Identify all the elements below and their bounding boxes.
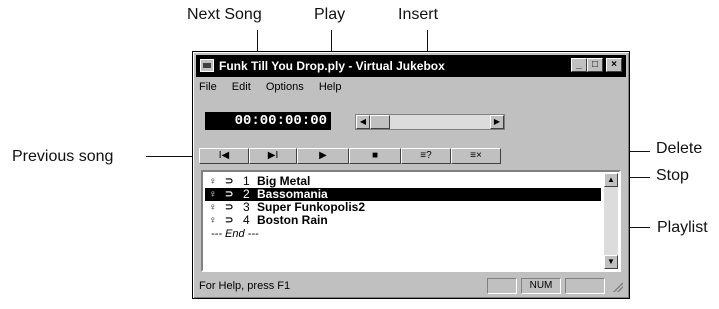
status-panel-empty-2 bbox=[565, 278, 605, 294]
menu-file[interactable]: File bbox=[199, 81, 217, 93]
scroll-down-icon[interactable]: ▼ bbox=[604, 255, 618, 269]
link-icon: ⊃ bbox=[225, 215, 234, 226]
callout-next-song: Next Song bbox=[187, 6, 262, 23]
status-panel-empty bbox=[487, 278, 517, 294]
title-bar[interactable]: Funk Till You Drop.ply - Virtual Jukebox… bbox=[196, 55, 626, 77]
speaker-icon: ♀ bbox=[209, 202, 217, 213]
scroll-up-icon[interactable]: ▲ bbox=[604, 173, 618, 187]
minimize-button[interactable]: _ bbox=[571, 58, 587, 72]
time-counter: 00:00:00:00 bbox=[205, 112, 331, 130]
jukebox-window: Funk Till You Drop.ply - Virtual Jukebox… bbox=[192, 51, 630, 299]
callout-playlist: Playlist bbox=[657, 219, 708, 236]
stop-button[interactable]: ■ bbox=[349, 148, 401, 164]
app-icon[interactable] bbox=[200, 59, 214, 72]
end-marker: --- End --- bbox=[211, 228, 259, 240]
scroll-left-icon[interactable]: ◀ bbox=[356, 115, 370, 129]
track-name: Boston Rain bbox=[257, 213, 328, 227]
resize-grip-icon[interactable] bbox=[613, 282, 623, 292]
previous-song-button[interactable]: I◀ bbox=[199, 148, 249, 164]
next-song-button[interactable]: ▶I bbox=[249, 148, 297, 164]
menu-edit[interactable]: Edit bbox=[232, 81, 251, 93]
speaker-icon: ♀ bbox=[209, 189, 217, 200]
scroll-right-icon[interactable]: ▶ bbox=[490, 115, 504, 129]
callout-previous-song: Previous song bbox=[12, 148, 114, 165]
status-num: NUM bbox=[521, 278, 561, 294]
link-icon: ⊃ bbox=[225, 202, 234, 213]
play-button[interactable]: ▶ bbox=[297, 148, 349, 164]
status-bar: For Help, press F1 NUM bbox=[197, 278, 625, 294]
close-button[interactable]: × bbox=[606, 58, 622, 72]
menu-options[interactable]: Options bbox=[266, 81, 304, 93]
callout-stop: Stop bbox=[656, 167, 689, 184]
position-slider[interactable]: ◀ ▶ bbox=[355, 114, 505, 130]
link-icon: ⊃ bbox=[225, 189, 234, 200]
callout-play: Play bbox=[314, 6, 346, 23]
delete-button[interactable]: ≡× bbox=[451, 148, 501, 164]
playlist-row[interactable]: ♀ ⊃ 4 Boston Rain bbox=[205, 214, 601, 227]
link-icon: ⊃ bbox=[225, 176, 234, 187]
callout-insert: Insert bbox=[398, 6, 439, 23]
speaker-icon: ♀ bbox=[209, 215, 217, 226]
window-title: Funk Till You Drop.ply - Virtual Jukebox bbox=[219, 59, 445, 73]
menu-help[interactable]: Help bbox=[319, 81, 342, 93]
callout-delete: Delete bbox=[656, 140, 703, 157]
playlist[interactable]: ♀ ⊃ 1 Big Metal ♀ ⊃ 2 Bassomania ♀ ⊃ 3 S… bbox=[201, 170, 621, 272]
playlist-scrollbar[interactable]: ▲ ▼ bbox=[604, 173, 618, 269]
menu-bar: File Edit Options Help bbox=[199, 81, 353, 97]
maximize-button[interactable]: □ bbox=[587, 58, 603, 72]
speaker-icon: ♀ bbox=[209, 176, 217, 187]
track-number: 4 bbox=[243, 213, 250, 227]
slider-thumb[interactable] bbox=[370, 115, 390, 129]
insert-button[interactable]: ≡? bbox=[401, 148, 451, 164]
status-text: For Help, press F1 bbox=[199, 280, 291, 292]
